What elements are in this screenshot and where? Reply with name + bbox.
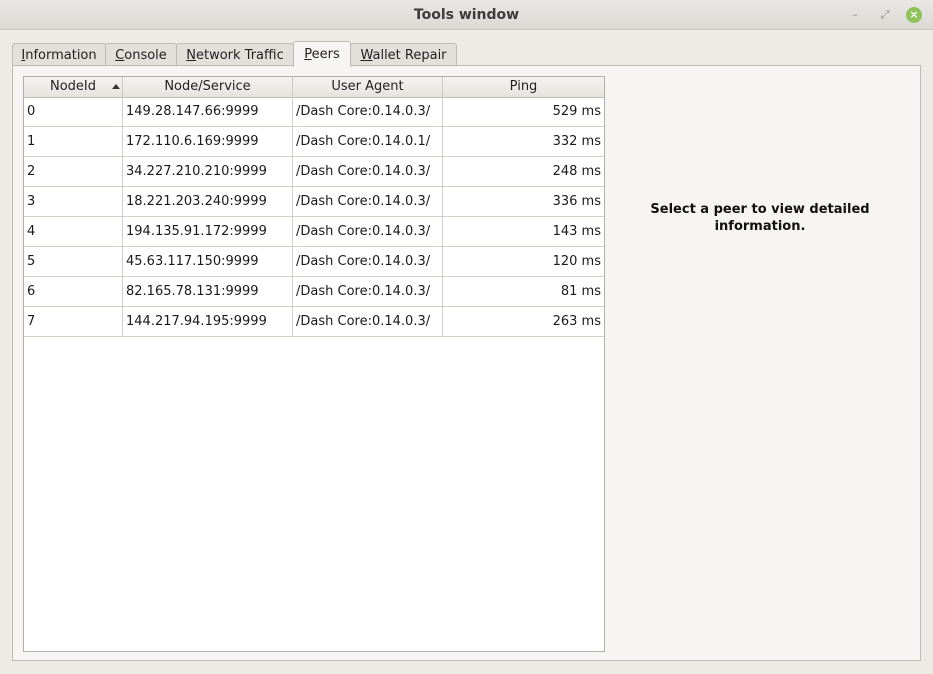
cell-node-service: 149.28.147.66:9999 xyxy=(123,97,293,126)
cell-user-agent: /Dash Core:0.14.0.3/ xyxy=(293,187,443,216)
tab-peers-mnemonic: P xyxy=(304,47,312,62)
column-header-nodeid[interactable]: NodeId xyxy=(24,77,123,97)
tab-console-label: onsole xyxy=(124,48,167,63)
tab-wallet-repair-mnemonic: W xyxy=(360,48,373,63)
tab-information[interactable]: Information xyxy=(12,43,106,66)
cell-nodeid: 0 xyxy=(24,97,123,126)
peer-table[interactable]: NodeId Node/Service User Agent Ping 0 14… xyxy=(23,76,605,652)
cell-ping: 336 ms xyxy=(552,194,601,209)
cell-node-service: 82.165.78.131:9999 xyxy=(123,277,293,306)
close-icon[interactable]: × xyxy=(906,7,922,23)
tab-peers[interactable]: Peers xyxy=(293,41,351,67)
title-bar[interactable]: Tools window – ⤢ × xyxy=(0,0,933,30)
table-row[interactable]: 6 82.165.78.131:9999 /Dash Core:0.14.0.3… xyxy=(24,277,604,307)
table-row[interactable]: 4 194.135.91.172:9999 /Dash Core:0.14.0.… xyxy=(24,217,604,247)
cell-nodeid: 5 xyxy=(24,247,123,276)
tab-console-mnemonic: C xyxy=(115,48,125,63)
cell-node-service: 172.110.6.169:9999 xyxy=(123,127,293,156)
tab-information-label: nformation xyxy=(25,48,97,63)
tab-wallet-repair-label: allet Repair xyxy=(372,48,447,63)
cell-node-service: 144.217.94.195:9999 xyxy=(123,307,293,336)
minimize-icon[interactable]: – xyxy=(847,7,863,23)
column-header-user-agent[interactable]: User Agent xyxy=(293,77,443,97)
sort-ascending-icon xyxy=(112,84,120,89)
cell-ping: 120 ms xyxy=(552,254,601,269)
peer-detail-placeholder: Select a peer to view detailed informati… xyxy=(650,202,870,234)
cell-nodeid: 6 xyxy=(24,277,123,306)
tools-window: Tools window – ⤢ × Information Console N… xyxy=(0,0,933,674)
table-body: 0 149.28.147.66:9999 /Dash Core:0.14.0.3… xyxy=(24,97,604,337)
cell-node-service: 18.221.203.240:9999 xyxy=(123,187,293,216)
cell-user-agent: /Dash Core:0.14.0.3/ xyxy=(293,157,443,186)
cell-ping: 332 ms xyxy=(552,134,601,149)
maximize-icon[interactable]: ⤢ xyxy=(877,7,893,23)
cell-user-agent: /Dash Core:0.14.0.3/ xyxy=(293,247,443,276)
tab-network-traffic-label: etwork Traffic xyxy=(195,48,284,63)
column-header-node-service[interactable]: Node/Service xyxy=(123,77,293,97)
table-row[interactable]: 3 18.221.203.240:9999 /Dash Core:0.14.0.… xyxy=(24,187,604,217)
cell-user-agent: /Dash Core:0.14.0.1/ xyxy=(293,127,443,156)
cell-user-agent: /Dash Core:0.14.0.3/ xyxy=(293,97,443,126)
cell-node-service: 45.63.117.150:9999 xyxy=(123,247,293,276)
tab-network-traffic[interactable]: Network Traffic xyxy=(176,43,294,66)
tab-wallet-repair[interactable]: Wallet Repair xyxy=(350,43,457,66)
cell-nodeid: 2 xyxy=(24,157,123,186)
cell-user-agent: /Dash Core:0.14.0.3/ xyxy=(293,307,443,336)
cell-nodeid: 4 xyxy=(24,217,123,246)
table-row[interactable]: 7 144.217.94.195:9999 /Dash Core:0.14.0.… xyxy=(24,307,604,337)
tab-peers-label: eers xyxy=(311,47,340,62)
tab-console[interactable]: Console xyxy=(105,43,177,66)
tab-network-traffic-mnemonic: N xyxy=(186,48,196,63)
column-header-ping[interactable]: Ping xyxy=(443,77,604,97)
table-row[interactable]: 2 34.227.210.210:9999 /Dash Core:0.14.0.… xyxy=(24,157,604,187)
peers-panel: NodeId Node/Service User Agent Ping 0 14… xyxy=(12,65,921,661)
table-row[interactable]: 0 149.28.147.66:9999 /Dash Core:0.14.0.3… xyxy=(24,97,604,127)
table-row[interactable]: 1 172.110.6.169:9999 /Dash Core:0.14.0.1… xyxy=(24,127,604,157)
cell-ping: 81 ms xyxy=(560,284,601,299)
cell-user-agent: /Dash Core:0.14.0.3/ xyxy=(293,217,443,246)
cell-nodeid: 7 xyxy=(24,307,123,336)
cell-user-agent: /Dash Core:0.14.0.3/ xyxy=(293,277,443,306)
cell-ping: 248 ms xyxy=(552,164,601,179)
table-row[interactable]: 5 45.63.117.150:9999 /Dash Core:0.14.0.3… xyxy=(24,247,604,277)
cell-node-service: 34.227.210.210:9999 xyxy=(123,157,293,186)
column-header-label: NodeId xyxy=(49,79,96,94)
cell-node-service: 194.135.91.172:9999 xyxy=(123,217,293,246)
cell-ping: 263 ms xyxy=(552,314,601,329)
cell-nodeid: 1 xyxy=(24,127,123,156)
window-title: Tools window xyxy=(413,7,520,23)
cell-nodeid: 3 xyxy=(24,187,123,216)
cell-ping: 143 ms xyxy=(552,224,601,239)
cell-ping: 529 ms xyxy=(552,104,601,119)
table-header: NodeId Node/Service User Agent Ping xyxy=(24,77,604,98)
